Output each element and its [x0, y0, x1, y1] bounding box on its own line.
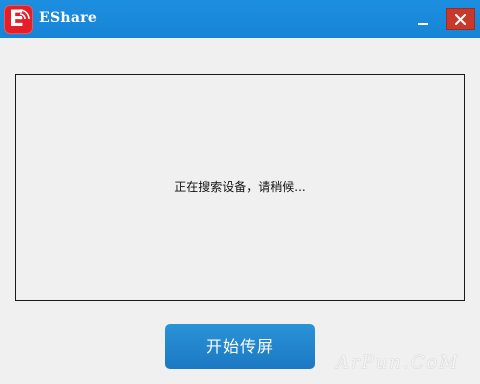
- eshare-logo-icon: E: [4, 5, 33, 34]
- eshare-window: E EShare 正在搜索设备，请稍候... 开始传屏 ArPun.CoM: [0, 0, 480, 384]
- close-icon: [455, 14, 466, 25]
- minimize-button[interactable]: [410, 10, 436, 30]
- device-search-panel: 正在搜索设备，请稍候...: [15, 74, 465, 301]
- status-message: 正在搜索设备，请稍候...: [174, 180, 306, 194]
- watermark: ArPun.CoM: [336, 352, 460, 373]
- close-button[interactable]: [446, 8, 475, 30]
- start-screen-share-button[interactable]: 开始传屏: [165, 324, 315, 369]
- title-bar[interactable]: E EShare: [0, 0, 480, 38]
- minimize-icon: [418, 23, 428, 25]
- wireless-signal-icon: [19, 9, 30, 20]
- window-title: EShare: [39, 10, 98, 26]
